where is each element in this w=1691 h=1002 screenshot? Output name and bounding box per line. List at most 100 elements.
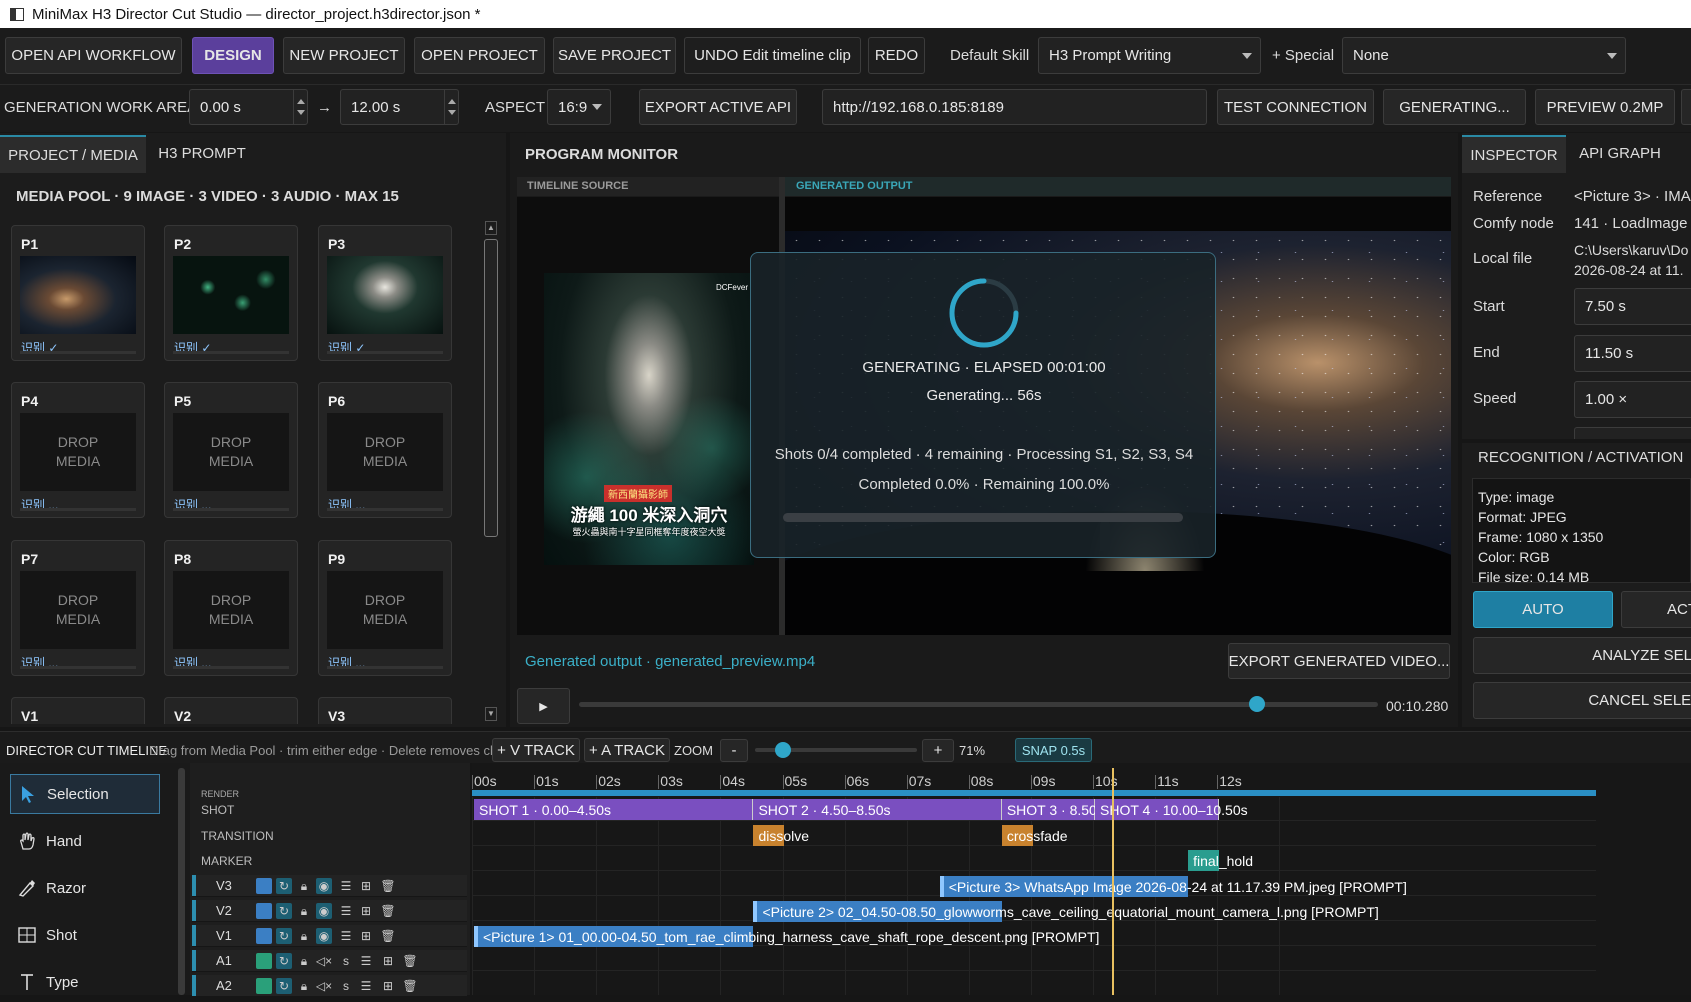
add-audio-track-button[interactable]: + A TRACK	[584, 738, 670, 762]
open-api-workflow-button[interactable]: OPEN API WORKFLOW	[5, 37, 182, 74]
drop-zone[interactable]: DROP MEDIA	[20, 571, 136, 649]
tab-inspector[interactable]: INSPECTOR	[1462, 135, 1566, 173]
visibility-icon[interactable]: ◉	[316, 928, 332, 944]
media-scrollbar[interactable]: ▲ ▼	[483, 221, 499, 721]
add-clip-icon[interactable]: ⊞	[380, 978, 396, 994]
scroll-down-icon[interactable]: ▼	[485, 707, 497, 721]
media-card-p9[interactable]: P9 DROP MEDIA 识别 ...	[318, 540, 452, 676]
timeline-clip-v1[interactable]: <Picture 1> 01_00.00-04.50_tom_rae_climb…	[474, 926, 1099, 947]
sync-icon[interactable]: ↻	[276, 953, 292, 969]
monitor-scrubber[interactable]	[579, 696, 1378, 712]
track-color-swatch[interactable]	[256, 928, 272, 944]
spinner-icon[interactable]	[444, 90, 458, 124]
default-skill-select[interactable]: H3 Prompt Writing	[1038, 37, 1261, 74]
tab-h3-prompt[interactable]: H3 PROMPT	[152, 135, 252, 171]
drop-zone[interactable]: DROP MEDIA	[20, 413, 136, 491]
mixer-icon[interactable]: ☰	[338, 903, 354, 919]
drop-zone[interactable]: DROP MEDIA	[173, 413, 289, 491]
sync-icon[interactable]: ↻	[276, 978, 292, 994]
zoom-slider[interactable]	[755, 742, 917, 758]
shot-clip[interactable]: SHOT 2 · 4.50–8.50s	[753, 799, 1002, 820]
visibility-icon[interactable]: ◉	[316, 878, 332, 894]
delete-icon[interactable]: 🗑︎	[380, 903, 396, 919]
transition-clip[interactable]: dissolve	[753, 825, 809, 846]
track-color-swatch[interactable]	[256, 903, 272, 919]
redo-button[interactable]: REDO	[868, 37, 925, 74]
delete-icon[interactable]: 🗑︎	[402, 978, 418, 994]
tab-project-media[interactable]: PROJECT / MEDIA	[0, 135, 146, 173]
new-project-button[interactable]: NEW PROJECT	[283, 37, 405, 74]
activate-button[interactable]: ACT	[1621, 591, 1691, 628]
shot-clip[interactable]: SHOT 1 · 0.00–4.50s	[474, 799, 754, 820]
transition-clip[interactable]: crossfade	[1001, 825, 1068, 846]
track-header-v3[interactable]: V3 ↻ 🔒︎ ◉ ☰ ⊞ 🗑︎	[192, 875, 467, 897]
lock-icon[interactable]: 🔒︎	[296, 978, 312, 994]
aspect-select[interactable]: 16:9	[547, 89, 611, 125]
zoom-in-button[interactable]: +	[922, 739, 954, 762]
export-active-api-button[interactable]: EXPORT ACTIVE API	[639, 89, 797, 125]
delete-icon[interactable]: 🗑︎	[380, 878, 396, 894]
solo-icon[interactable]: s	[338, 978, 354, 994]
timeline-playhead[interactable]	[1112, 768, 1115, 995]
track-color-swatch[interactable]	[256, 878, 272, 894]
mixer-icon[interactable]: ☰	[338, 878, 354, 894]
track-color-swatch[interactable]	[256, 978, 272, 994]
end-input[interactable]: 11.50 s	[1574, 335, 1691, 372]
media-card-v1[interactable]: V1	[11, 697, 145, 724]
special-select[interactable]: None	[1342, 37, 1626, 74]
analyze-selection-button[interactable]: ANALYZE SELE	[1473, 637, 1691, 674]
scroll-up-icon[interactable]: ▲	[485, 221, 497, 235]
track-header-a2[interactable]: A2 ↻ 🔒︎ ◁× s ☰ ⊞ 🗑︎	[192, 975, 467, 997]
tools-scrollbar[interactable]	[178, 768, 185, 995]
overflow-button[interactable]	[1681, 89, 1691, 125]
cancel-selection-button[interactable]: CANCEL SELEC	[1473, 682, 1691, 719]
track-color-swatch[interactable]	[256, 953, 272, 969]
add-clip-icon[interactable]: ⊞	[358, 903, 374, 919]
sync-icon[interactable]: ↻	[276, 903, 292, 919]
snap-toggle[interactable]: SNAP 0.5s	[1015, 738, 1092, 762]
work-area-end-input[interactable]: 12.00 s	[340, 89, 459, 125]
work-area-start-input[interactable]: 0.00 s	[189, 89, 308, 125]
lock-icon[interactable]: 🔒︎	[296, 903, 312, 919]
drop-zone[interactable]: DROP MEDIA	[327, 571, 443, 649]
track-header-a1[interactable]: A1 ↻ 🔒︎ ◁× s ☰ ⊞ 🗑︎	[192, 950, 467, 972]
track-header-v2[interactable]: V2 ↻ 🔒︎ ◉ ☰ ⊞ 🗑︎	[192, 900, 467, 922]
media-card-p2[interactable]: P2 识别 ✓	[164, 225, 298, 361]
test-connection-button[interactable]: TEST CONNECTION	[1217, 89, 1374, 125]
media-card-p5[interactable]: P5 DROP MEDIA 识别 ...	[164, 382, 298, 518]
spinner-icon[interactable]	[293, 90, 307, 124]
save-project-button[interactable]: SAVE PROJECT	[553, 37, 676, 74]
mute-icon[interactable]: ◁×	[316, 953, 332, 969]
delete-icon[interactable]: 🗑︎	[380, 928, 396, 944]
mixer-icon[interactable]: ☰	[358, 953, 374, 969]
media-card-v2[interactable]: V2	[164, 697, 298, 724]
play-icon[interactable]: ▶	[517, 688, 570, 724]
tool-selection[interactable]: Selection	[10, 774, 160, 814]
media-card-p4[interactable]: P4 DROP MEDIA 识别 ...	[11, 382, 145, 518]
drop-zone[interactable]: DROP MEDIA	[173, 571, 289, 649]
design-button[interactable]: DESIGN	[192, 37, 274, 74]
export-generated-video-button[interactable]: EXPORT GENERATED VIDEO...	[1228, 643, 1450, 679]
tool-razor[interactable]: Razor	[10, 868, 160, 908]
media-card-p8[interactable]: P8 DROP MEDIA 识别 ...	[164, 540, 298, 676]
sync-icon[interactable]: ↻	[276, 878, 292, 894]
start-input[interactable]: 7.50 s	[1574, 288, 1691, 325]
media-card-p1[interactable]: P1 识别 ✓	[11, 225, 145, 361]
tool-shot[interactable]: Shot	[10, 915, 160, 955]
undo-button[interactable]: UNDO Edit timeline clip	[684, 37, 861, 74]
add-clip-icon[interactable]: ⊞	[358, 928, 374, 944]
preview-button[interactable]: PREVIEW 0.2MP	[1535, 89, 1675, 125]
lock-icon[interactable]: 🔒︎	[296, 953, 312, 969]
lock-icon[interactable]: 🔒︎	[296, 878, 312, 894]
track-header-v1[interactable]: V1 ↻ 🔒︎ ◉ ☰ ⊞ 🗑︎	[192, 925, 467, 947]
add-clip-icon[interactable]: ⊞	[358, 878, 374, 894]
generating-button[interactable]: GENERATING...	[1383, 89, 1526, 125]
timeline-clip-v3[interactable]: <Picture 3> WhatsApp Image 2026-08-24 at…	[939, 876, 1407, 897]
marker-clip[interactable]: final_hold	[1188, 850, 1253, 871]
add-clip-icon[interactable]: ⊞	[380, 953, 396, 969]
timeline-clip-v2[interactable]: <Picture 2> 02_04.50-08.50_glowworms_cav…	[753, 901, 1379, 922]
mixer-icon[interactable]: ☰	[358, 978, 374, 994]
visibility-icon[interactable]: ◉	[316, 903, 332, 919]
mixer-icon[interactable]: ☰	[338, 928, 354, 944]
sync-icon[interactable]: ↻	[276, 928, 292, 944]
